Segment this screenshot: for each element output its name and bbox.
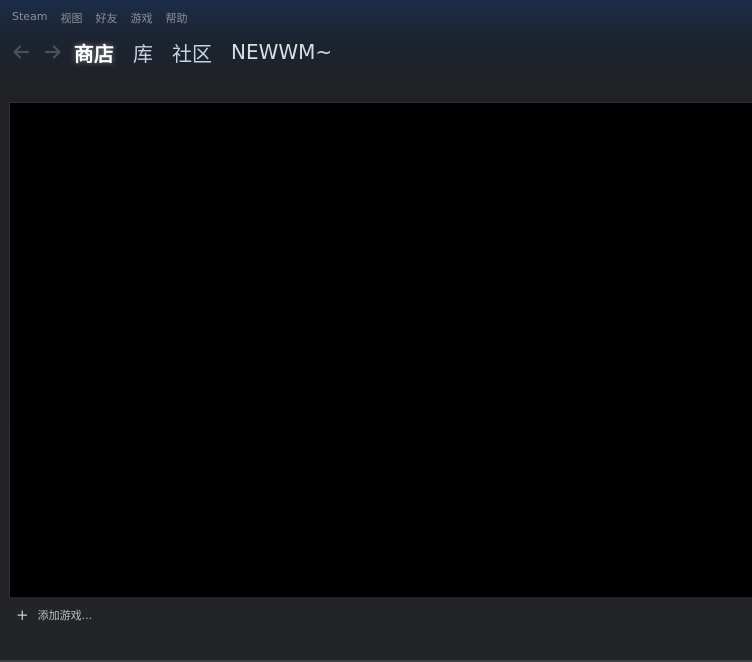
bottom-bar: + 添加游戏... (0, 598, 752, 660)
add-game-button[interactable]: + 添加游戏... (16, 607, 92, 623)
menu-help[interactable]: 帮助 (166, 10, 188, 26)
steam-window: Steam 视图 好友 游戏 帮助 商店 库 社区 NEWWM~ + 添加游戏.… (0, 0, 752, 662)
tab-library[interactable]: 库 (133, 38, 153, 67)
navigation-bar: 商店 库 社区 NEWWM~ (10, 36, 351, 68)
tab-username[interactable]: NEWWM~ (231, 40, 332, 64)
plus-icon: + (16, 606, 29, 624)
menu-steam[interactable]: Steam (12, 10, 48, 26)
menu-bar: Steam 视图 好友 游戏 帮助 (12, 10, 188, 26)
arrow-right-icon (44, 45, 61, 59)
tab-community[interactable]: 社区 (172, 38, 212, 67)
menu-view[interactable]: 视图 (61, 10, 83, 26)
menu-games[interactable]: 游戏 (131, 10, 153, 26)
tab-store[interactable]: 商店 (74, 38, 114, 67)
menu-friends[interactable]: 好友 (96, 10, 118, 26)
add-game-label: 添加游戏... (37, 609, 93, 622)
forward-button[interactable] (42, 41, 64, 63)
back-button[interactable] (10, 41, 32, 63)
arrow-left-icon (13, 45, 30, 59)
content-area (9, 102, 752, 597)
